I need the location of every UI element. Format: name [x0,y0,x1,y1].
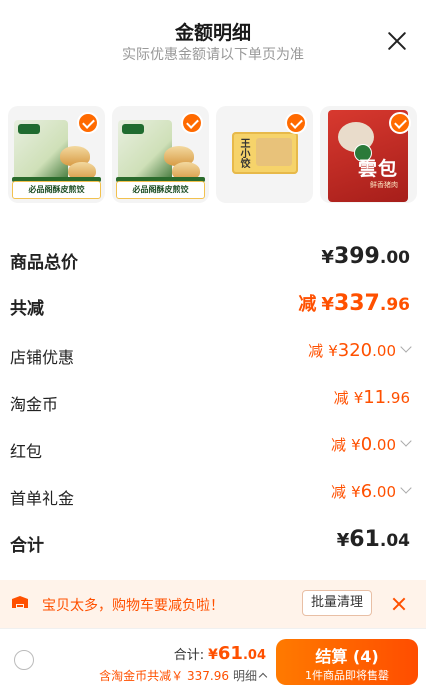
row-value: 减 ¥6.00 [331,481,412,502]
chevron-down-icon[interactable] [400,435,412,447]
footer-total: 合计: ¥61.04 [173,643,266,664]
row-label: 共减 [10,299,44,319]
row-value: 减 ¥11.96 [333,387,410,408]
row-total-discount: 共减 减 ¥337.96 [10,290,410,320]
checkout-bar: 合计: ¥61.04 含淘金币共减￥ 337.96 明细 结算 (4) 1件商品即将… [0,628,426,691]
row-taojinbi: 淘金币 减 ¥11.96 [10,387,410,417]
checkout-label: 结算 (4) [315,647,379,666]
row-value: 减 ¥337.96 [298,291,410,316]
row-value: ¥61.04 [336,527,410,552]
cart-notice-bar: 宝贝太多，购物车要减负啦！ 批量清理 [0,580,426,628]
check-icon[interactable] [285,112,307,134]
product-thumb-2[interactable]: 必品阁酥皮煎饺 [112,106,209,203]
notice-message: 宝贝太多，购物车要减负啦！ [42,598,224,614]
product-caption: 必品阁酥皮煎饺 [12,181,101,199]
checkout-sublabel: 1件商品即将售罄 [305,669,389,682]
product-thumb-1[interactable]: 必品阁酥皮煎饺 [8,106,105,203]
row-label: 店铺优惠 [10,348,75,367]
close-icon[interactable] [392,597,406,611]
chevron-down-icon[interactable] [400,341,412,353]
row-label: 红包 [10,442,43,461]
product-caption: 必品阁酥皮煎饺 [116,181,205,199]
check-icon[interactable] [181,112,203,134]
chevron-down-icon[interactable] [400,482,412,494]
checkout-button[interactable]: 结算 (4) 1件商品即将售罄 [276,639,418,685]
row-label: 淘金币 [10,395,59,414]
batch-clean-button[interactable]: 批量清理 [302,590,372,616]
detail-link[interactable]: 明细 [233,669,268,683]
check-icon[interactable] [389,112,411,134]
row-first-order-gift[interactable]: 首单礼金 减 ¥6.00 [10,481,412,511]
chevron-up-icon [258,672,268,682]
product-package-image: 王小饺 [232,132,298,174]
sheet-title: 金额明细 [174,22,251,44]
row-sum: 合计 ¥61.04 [10,527,410,557]
row-store-discount[interactable]: 店铺优惠 减 ¥320.00 [10,340,412,370]
footer-discount-detail: 含淘金币共减￥ 337.96 明细 [99,667,268,684]
truck-icon [12,596,28,608]
row-red-packet[interactable]: 红包 减 ¥0.00 [10,434,412,464]
product-thumb-4[interactable]: 雲包 鲜香猪肉 [320,106,417,203]
sheet-subtitle: 实际优惠金额请以下单页为准 [122,47,304,63]
row-value: 减 ¥320.00 [308,340,412,361]
sheet-header: 金额明细 实际优惠金额请以下单页为准 [0,0,426,78]
row-value: 减 ¥0.00 [331,434,412,455]
check-icon[interactable] [77,112,99,134]
product-thumb-3[interactable]: 王小饺 [216,106,313,203]
row-value: ¥399.00 [321,244,410,269]
row-label: 首单礼金 [10,489,75,508]
product-thumbnails: 必品阁酥皮煎饺 必品阁酥皮煎饺 王小饺 雲包 鲜香猪肉 [8,106,420,206]
select-all-radio[interactable] [14,650,34,670]
row-label: 商品总价 [10,253,78,273]
row-label: 合计 [10,536,44,556]
row-goods-total: 商品总价 ¥399.00 [10,244,410,274]
close-icon[interactable] [386,30,408,52]
